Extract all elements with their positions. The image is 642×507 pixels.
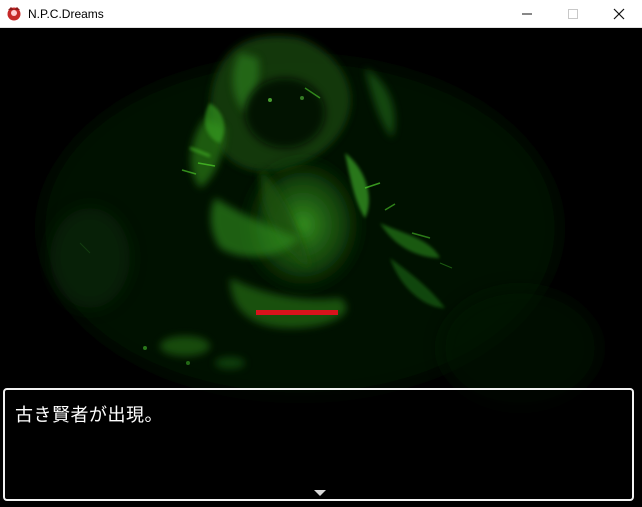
title-bar[interactable]: N.P.C.Dreams [0, 0, 642, 28]
game-app-icon [6, 6, 22, 22]
message-window[interactable]: 古き賢者が出現。 [3, 388, 634, 501]
close-icon [613, 8, 625, 19]
down-triangle-icon[interactable] [314, 490, 326, 496]
minimize-icon [522, 13, 532, 14]
maximize-icon [568, 8, 578, 19]
maximize-button[interactable] [550, 0, 596, 27]
window-title: N.P.C.Dreams [28, 6, 104, 21]
minimize-button[interactable] [504, 0, 550, 27]
game-window: N.P.C.Dreams 古き賢者が出現。 [0, 0, 642, 507]
enemy-hp-fill [256, 310, 338, 315]
message-text: 古き賢者が出現。 [15, 405, 163, 426]
close-button[interactable] [596, 0, 642, 27]
battle-screen[interactable]: 古き賢者が出現。 [0, 28, 642, 507]
enemy-hp-bar [256, 310, 338, 315]
